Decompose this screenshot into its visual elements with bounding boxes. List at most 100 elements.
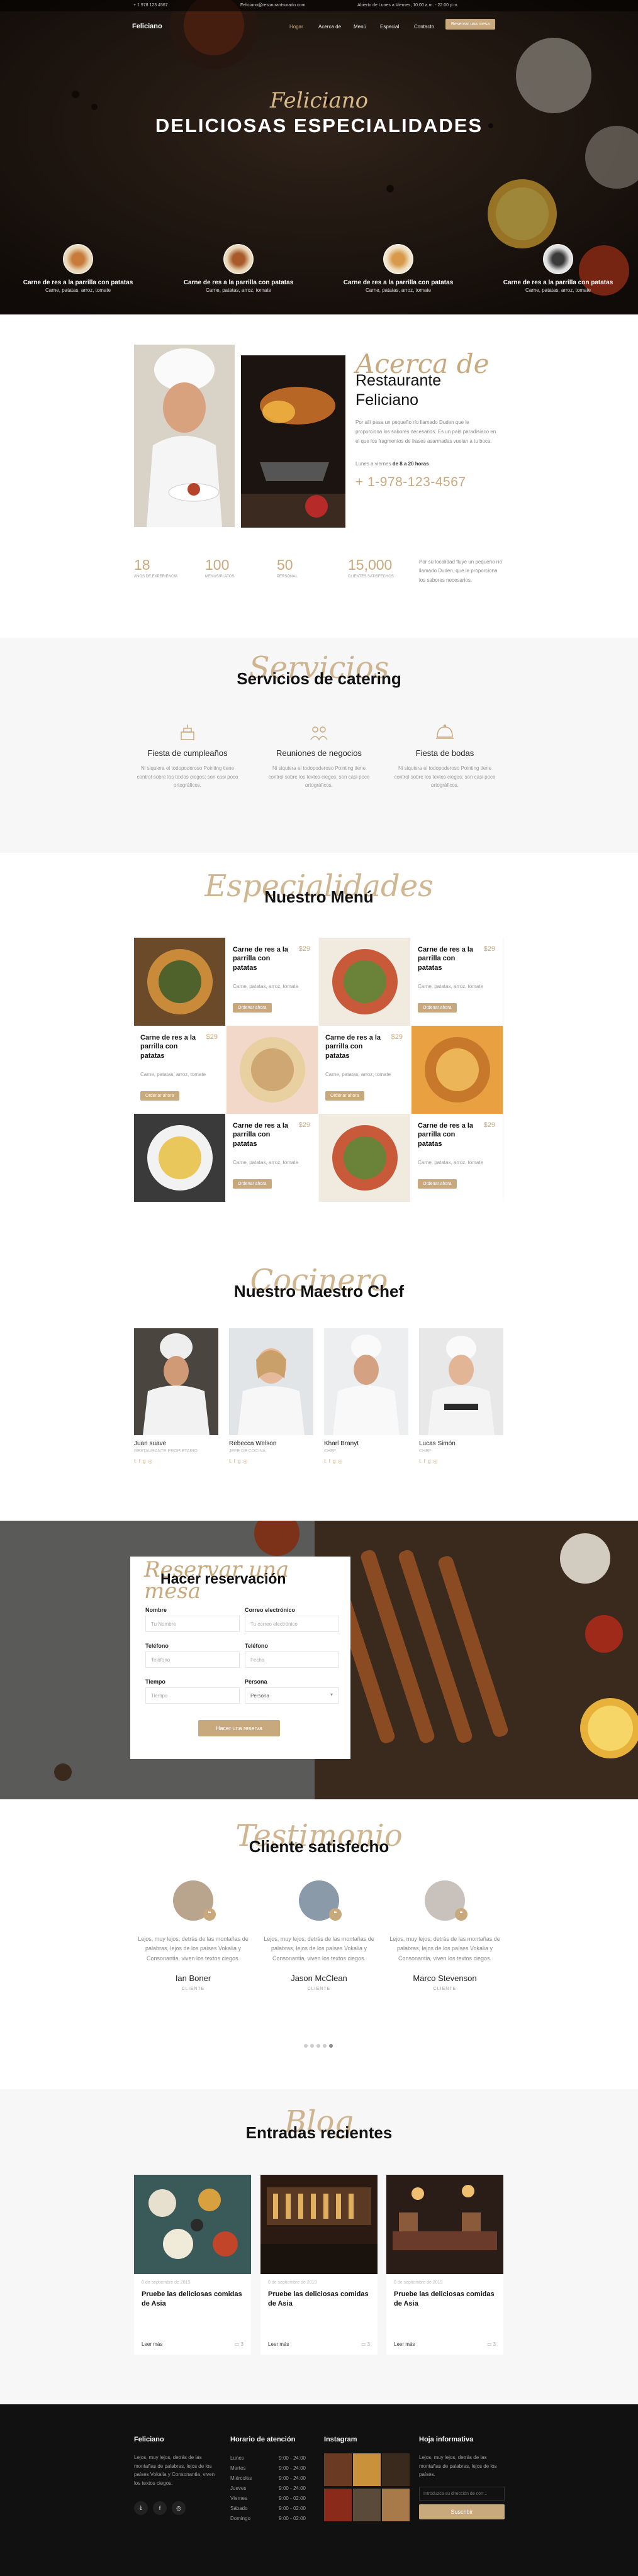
read-more-link[interactable]: Leer más	[394, 2341, 415, 2347]
carousel-dot[interactable]	[323, 2044, 327, 2048]
newsletter-email-input[interactable]: Introduzca su dirección de corr...	[419, 2486, 505, 2501]
twitter-icon[interactable]: 𝕥	[324, 1458, 329, 1464]
comment-icon: ▭	[361, 2341, 366, 2347]
book-table-button[interactable]: Reservar una mesa	[445, 19, 496, 30]
order-now-button[interactable]: Ordenar ahora	[233, 1003, 272, 1013]
hero-title: DELICIOSAS ESPECIALIDADES	[155, 114, 483, 136]
menu-item-desc: Carne, patatas, arroz, tomate	[140, 1072, 206, 1077]
hours-label: Lunes a viernes	[355, 461, 391, 467]
social-icons: 𝕥fg◎	[229, 1458, 313, 1464]
twitter-icon[interactable]: 𝕥	[134, 1458, 139, 1464]
facebook-icon[interactable]: f	[153, 2501, 167, 2516]
menu-item-price: $29	[298, 1121, 310, 1129]
make-reservation-button[interactable]: Hacer una reserva	[198, 1720, 280, 1736]
hero-dish-item[interactable]: Carne de res a la parrilla con patatas C…	[335, 244, 461, 293]
footer-social-icons: 𝕥 f ◎	[134, 2501, 216, 2516]
nav-link-specials[interactable]: Especial	[380, 24, 399, 30]
blog-post-image	[260, 2175, 378, 2274]
nav-link-contact[interactable]: Contacto	[414, 24, 434, 30]
order-now-button[interactable]: Ordenar ahora	[140, 1091, 179, 1101]
phone-input[interactable]: Teléfono	[145, 1652, 240, 1668]
instagram-icon[interactable]: ◎	[338, 1458, 345, 1464]
testimonial-card: ❝ Lejos, muy lejos, detrás de las montañ…	[382, 1880, 508, 1991]
twitter-icon[interactable]: 𝕥	[229, 1458, 234, 1464]
order-now-button[interactable]: Ordenar ahora	[325, 1091, 364, 1101]
hero-dish-item[interactable]: Carne de res a la parrilla con patatas C…	[176, 244, 301, 293]
email-input[interactable]: Tu correo electrónico	[245, 1616, 339, 1632]
catering-item-text: Ni siquiera el todopoderoso Pointing tie…	[268, 765, 370, 789]
order-now-button[interactable]: Ordenar ahora	[418, 1179, 457, 1189]
instagram-icon[interactable]: ◎	[243, 1458, 250, 1464]
hours-time: 9:00 - 02:00	[279, 2506, 306, 2511]
blog-post-title[interactable]: Pruebe las deliciosas comidas de Asia	[268, 2290, 370, 2309]
twitter-icon[interactable]: 𝕥	[134, 2501, 148, 2516]
menu-item-image	[227, 1026, 318, 1114]
read-more-link[interactable]: Leer más	[142, 2341, 162, 2347]
testimonial-quote: Lejos, muy lejos, detrás de las montañas…	[264, 1936, 374, 1962]
catering-item-title: Fiesta de bodas	[415, 748, 474, 758]
testimonial-role: CLIENTE	[307, 1986, 331, 1991]
cooking-photo	[241, 355, 345, 528]
blog-post-card[interactable]: 8 de septiembre de 2019 Pruebe las delic…	[386, 2175, 503, 2355]
menu-item-title: Carne de res a la parrilla con patatas	[418, 1122, 474, 1148]
hero-section: + 1 978 123 4567 Feliciano@restaurantsur…	[0, 0, 638, 314]
instagram-icon[interactable]: ◎	[433, 1458, 440, 1464]
email-label: Correo electrónico	[245, 1607, 296, 1613]
hero-dish-item[interactable]: Carne de res a la parrilla con patatas C…	[495, 244, 621, 293]
nav-link-home[interactable]: Hogar	[289, 24, 303, 30]
comment-icon: ▭	[486, 2341, 492, 2347]
menu-item: Carne de res a la parrilla con patatas $2…	[227, 1114, 318, 1202]
carousel-dots	[304, 2044, 335, 2049]
carousel-dot[interactable]	[310, 2044, 314, 2048]
chef-name: Lucas Simón	[419, 1440, 456, 1447]
nav-link-about[interactable]: Acerca de	[318, 24, 341, 30]
name-input[interactable]: Tu Nombre	[145, 1616, 240, 1632]
top-bar: + 1 978 123 4567 Feliciano@restaurantsur…	[0, 0, 638, 11]
chef-role: RESTAURANTE PROPIETARIO	[134, 1449, 198, 1453]
order-now-button[interactable]: Ordenar ahora	[233, 1179, 272, 1189]
stat-value: 50	[277, 557, 293, 573]
hours-text: Abierto de Lunes a Viernes, 10:00 a.m. -…	[357, 3, 459, 8]
nav-link-menu[interactable]: Menú	[354, 24, 366, 30]
carousel-dot[interactable]	[304, 2044, 308, 2048]
menu-item: Carne de res a la parrilla con patatas $2…	[411, 1114, 503, 1202]
blog-post-card[interactable]: 8 de septiembre de 2019 Pruebe las delic…	[260, 2175, 378, 2355]
hero-dish-item[interactable]: Carne de res a la parrilla con patatas C…	[15, 244, 141, 293]
time-input[interactable]: Tiempo	[145, 1687, 240, 1704]
carousel-dot[interactable]	[316, 2044, 320, 2048]
subscribe-button[interactable]: Suscribir	[419, 2504, 505, 2519]
instagram-icon[interactable]: ◎	[172, 2501, 186, 2516]
dish-thumbnail	[223, 244, 254, 274]
email-text[interactable]: Feliciano@restaurantsurado.com	[240, 3, 305, 8]
menu-item-title: Carne de res a la parrilla con patatas	[418, 946, 474, 972]
carousel-dot-active[interactable]	[329, 2044, 333, 2048]
instagram-icon[interactable]: ◎	[148, 1458, 155, 1464]
blog-heading: Blog Entradas recientes	[0, 2107, 638, 2143]
dish-thumbnail	[543, 244, 573, 274]
blog-post-title[interactable]: Pruebe las deliciosas comidas de Asia	[142, 2290, 243, 2309]
hours-time: 9:00 - 02:00	[279, 2496, 306, 2501]
blog-post-card[interactable]: 8 de septiembre de 2019 Pruebe las delic…	[134, 2175, 251, 2355]
stat-block: 15,000 CLIENTES SATISFECHOS	[348, 557, 394, 579]
persons-label: Persona	[245, 1679, 267, 1685]
hours-time: 9:00 - 24:00	[279, 2475, 306, 2481]
instagram-gallery	[324, 2453, 410, 2521]
persons-select[interactable]: Persona	[245, 1687, 339, 1704]
blog-post-title[interactable]: Pruebe las deliciosas comidas de Asia	[394, 2290, 496, 2309]
stat-block: 18 AÑOS DE EXPERIENCIA	[134, 557, 177, 579]
order-now-button[interactable]: Ordenar ahora	[418, 1003, 457, 1013]
read-more-link[interactable]: Leer más	[268, 2341, 289, 2347]
about-phone[interactable]: + 1-978-123-4567	[355, 475, 466, 490]
catering-item: Reuniones de negocios Ni siquiera el tod…	[266, 722, 372, 790]
stat-block: 50 PERSONAL	[277, 557, 298, 579]
footer-brand: Feliciano	[134, 2436, 164, 2443]
comments-count: ▭ 3	[361, 2341, 370, 2347]
brand-logo[interactable]: Feliciano	[132, 23, 162, 30]
twitter-icon[interactable]: 𝕥	[419, 1458, 424, 1464]
chef-photo	[419, 1328, 503, 1435]
chef-card: Juan suave RESTAURANTE PROPIETARIO 𝕥fg◎	[134, 1328, 218, 1464]
stat-label: CLIENTES SATISFECHOS	[348, 575, 394, 579]
blog-post-image	[134, 2175, 251, 2274]
date-input[interactable]: Fecha	[245, 1652, 339, 1668]
stat-label: AÑOS DE EXPERIENCIA	[134, 575, 178, 579]
